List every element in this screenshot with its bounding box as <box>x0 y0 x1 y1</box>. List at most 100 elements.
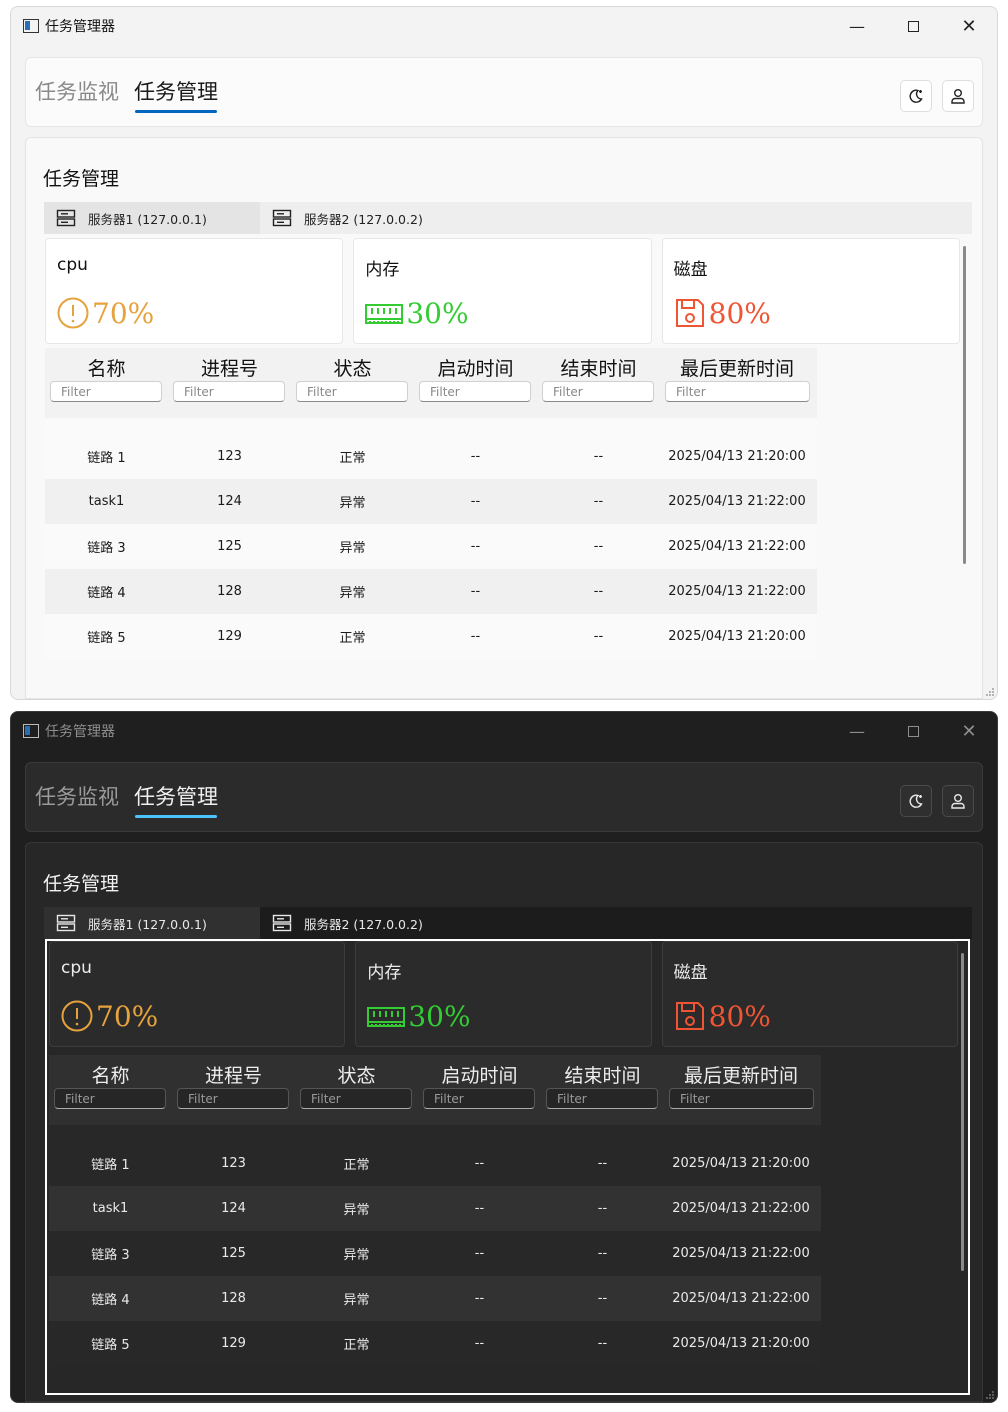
tab-server-2[interactable]: 服务器2 (127.0.0.2) <box>260 202 476 234</box>
table-cell: 124 <box>221 1201 246 1216</box>
column-filter-input[interactable]: Filter <box>669 1088 814 1109</box>
maximize-icon <box>907 20 919 32</box>
table-cell: 2025/04/13 21:20:00 <box>672 1336 810 1351</box>
column-filter-input[interactable]: Filter <box>173 381 285 402</box>
column-label: 进程号 <box>204 1065 262 1087</box>
task-table: 名称 Filter 进程号 Filter 状态 Filter 启动时间 Filter 结束时间 F… <box>49 1055 821 1366</box>
column-filter-input[interactable]: Filter <box>300 1088 412 1109</box>
table-cell: -- <box>474 1291 485 1306</box>
column-filter-input[interactable]: Filter <box>54 1088 166 1109</box>
title-bar: 任务管理器 — ✕ <box>11 712 997 750</box>
table-row[interactable]: task1 124 异常 -- -- 2025/04/13 21:22:00 <box>45 479 817 524</box>
tab-task-monitor[interactable]: 任务监视 <box>35 76 119 106</box>
tab-server-1[interactable]: 服务器1 (127.0.0.1) <box>44 202 260 234</box>
maximize-button[interactable] <box>885 712 941 750</box>
table-cell: -- <box>593 539 604 554</box>
column-filter-input[interactable]: Filter <box>419 381 531 402</box>
maximize-button[interactable] <box>885 7 941 45</box>
minimize-button[interactable]: — <box>829 7 885 45</box>
table-row[interactable]: 链路 1 123 正常 -- -- 2025/04/13 21:20:00 <box>49 1141 821 1186</box>
floppy-disk-icon <box>675 299 704 327</box>
tab-task-monitor[interactable]: 任务监视 <box>35 781 119 811</box>
table-row[interactable]: 链路 4 128 异常 -- -- 2025/04/13 21:22:00 <box>45 569 817 614</box>
tab-task-manage[interactable]: 任务管理 <box>134 76 218 113</box>
table-row[interactable]: 链路 4 128 异常 -- -- 2025/04/13 21:22:00 <box>49 1276 821 1321</box>
column-header[interactable]: 最后更新时间 Filter <box>660 348 814 418</box>
server-tabs: 服务器1 (127.0.0.1) 服务器2 (127.0.0.2) <box>44 202 972 234</box>
table-row[interactable]: 链路 5 129 正常 -- -- 2025/04/13 21:20:00 <box>45 614 817 659</box>
column-filter-input[interactable]: Filter <box>542 381 654 402</box>
table-cell: 125 <box>221 1246 246 1261</box>
user-icon <box>951 794 965 809</box>
column-header[interactable]: 进程号 Filter <box>168 348 291 418</box>
table-cell: 链路 3 <box>87 541 126 556</box>
server-tab-label: 服务器2 (127.0.0.2) <box>304 916 423 932</box>
server-icon <box>56 914 76 932</box>
close-button[interactable]: ✕ <box>941 7 997 45</box>
card-label: 磁盘 <box>673 963 708 983</box>
memory-value: 30% <box>406 296 469 330</box>
column-filter-input[interactable]: Filter <box>546 1088 658 1109</box>
column-header[interactable]: 名称 Filter <box>45 348 168 418</box>
column-header[interactable]: 结束时间 Filter <box>537 348 660 418</box>
column-header[interactable]: 启动时间 Filter <box>418 1055 541 1125</box>
column-header[interactable]: 状态 Filter <box>295 1055 418 1125</box>
column-filter-input[interactable]: Filter <box>296 381 408 402</box>
table-body: 链路 1 123 正常 -- -- 2025/04/13 21:20:00 task1 124… <box>45 434 817 659</box>
tab-task-manage[interactable]: 任务管理 <box>134 781 218 818</box>
vertical-scrollbar[interactable] <box>961 953 964 1271</box>
column-filter-input[interactable]: Filter <box>423 1088 535 1109</box>
card-label: cpu <box>57 255 88 275</box>
close-icon: ✕ <box>961 15 977 37</box>
table-cell: 正常 <box>339 451 366 466</box>
theme-toggle-button[interactable] <box>900 785 932 817</box>
task-table: 名称 Filter 进程号 Filter 状态 Filter 启动时间 Filter 结束时间 F… <box>45 348 817 659</box>
warning-circle-icon <box>57 297 89 329</box>
user-button[interactable] <box>942 785 974 817</box>
user-icon <box>951 89 965 104</box>
column-header[interactable]: 结束时间 Filter <box>541 1055 664 1125</box>
table-cell: -- <box>597 1291 608 1306</box>
table-row[interactable]: 链路 3 125 异常 -- -- 2025/04/13 21:22:00 <box>45 524 817 569</box>
table-row[interactable]: 链路 3 125 异常 -- -- 2025/04/13 21:22:00 <box>49 1231 821 1276</box>
table-row[interactable]: 链路 1 123 正常 -- -- 2025/04/13 21:20:00 <box>45 434 817 479</box>
tab-server-2[interactable]: 服务器2 (127.0.0.2) <box>260 907 476 939</box>
column-header[interactable]: 进程号 Filter <box>172 1055 295 1125</box>
vertical-scrollbar[interactable] <box>963 246 966 564</box>
table-cell: 链路 3 <box>91 1248 130 1263</box>
table-row[interactable]: task1 124 异常 -- -- 2025/04/13 21:22:00 <box>49 1186 821 1231</box>
nav-bar: 任务监视 任务管理 <box>25 57 983 127</box>
table-cell: -- <box>470 629 481 644</box>
column-label: 启动时间 <box>441 1065 518 1087</box>
column-label: 最后更新时间 <box>683 1065 798 1087</box>
resize-grip-icon[interactable] <box>986 688 994 696</box>
column-filter-input[interactable]: Filter <box>177 1088 289 1109</box>
table-cell: -- <box>470 584 481 599</box>
table-cell: 链路 4 <box>87 586 126 601</box>
table-cell: 2025/04/13 21:22:00 <box>668 494 806 509</box>
column-header[interactable]: 启动时间 Filter <box>414 348 537 418</box>
tab-server-1[interactable]: 服务器1 (127.0.0.1) <box>44 907 260 939</box>
stat-cards: cpu 70% 内存 30% 磁盘 80% <box>45 238 960 344</box>
column-filter-input[interactable]: Filter <box>665 381 810 402</box>
minimize-button[interactable]: — <box>829 712 885 750</box>
column-header[interactable]: 最后更新时间 Filter <box>664 1055 818 1125</box>
column-filter-input[interactable]: Filter <box>50 381 162 402</box>
column-header[interactable]: 状态 Filter <box>291 348 414 418</box>
disk-card: 磁盘 80% <box>661 941 958 1047</box>
moon-icon <box>909 89 923 103</box>
resize-grip-icon[interactable] <box>986 1391 994 1399</box>
user-button[interactable] <box>942 80 974 112</box>
app-icon <box>23 19 39 33</box>
card-value: 30% <box>364 293 469 333</box>
server-icon <box>56 209 76 227</box>
table-cell: task1 <box>92 1201 129 1216</box>
table-row[interactable]: 链路 5 129 正常 -- -- 2025/04/13 21:20:00 <box>49 1321 821 1366</box>
column-header[interactable]: 名称 Filter <box>49 1055 172 1125</box>
memory-card: 内存 30% <box>355 941 652 1047</box>
theme-toggle-button[interactable] <box>900 80 932 112</box>
close-button[interactable]: ✕ <box>941 712 997 750</box>
minimize-icon: — <box>849 16 865 36</box>
app-icon <box>23 724 39 738</box>
table-cell: 123 <box>217 449 242 464</box>
